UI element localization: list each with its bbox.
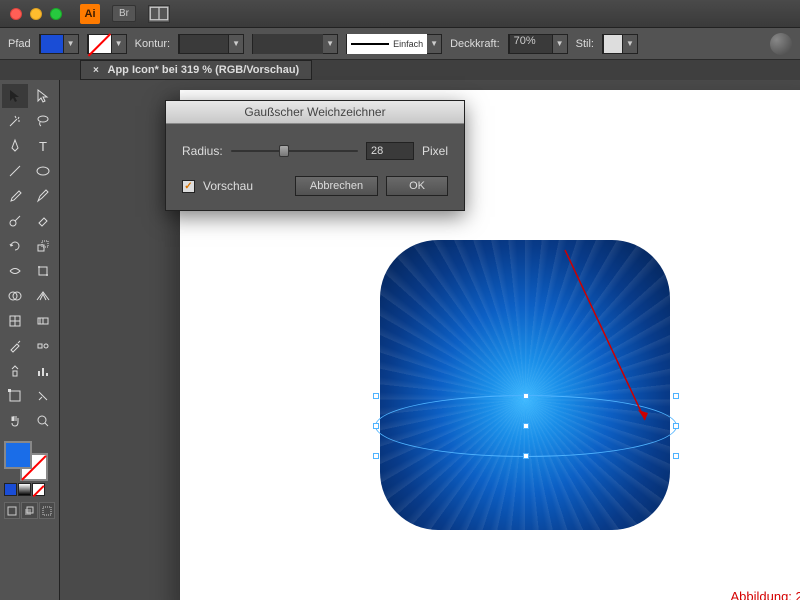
selection-handle[interactable] bbox=[673, 453, 679, 459]
paintbrush-tool[interactable] bbox=[2, 184, 28, 208]
maximize-window-button[interactable] bbox=[50, 8, 62, 20]
magic-wand-tool[interactable] bbox=[2, 109, 28, 133]
column-graph-tool[interactable] bbox=[30, 359, 56, 383]
gaussian-blur-dialog: Gaußscher Weichzeichner Radius: Pixel ✓ … bbox=[165, 100, 465, 211]
document-setup-icon[interactable] bbox=[770, 33, 792, 55]
slider-thumb[interactable] bbox=[279, 145, 289, 157]
gradient-mode-icon[interactable] bbox=[18, 483, 31, 496]
stroke-weight-dropdown[interactable]: ▼ bbox=[178, 34, 244, 54]
radius-slider[interactable] bbox=[231, 150, 358, 152]
draw-normal-icon[interactable] bbox=[4, 502, 20, 519]
selected-ellipse-path[interactable] bbox=[375, 395, 677, 457]
lasso-tool[interactable] bbox=[30, 109, 56, 133]
cancel-button[interactable]: Abbrechen bbox=[295, 176, 378, 196]
selection-handle[interactable] bbox=[673, 393, 679, 399]
minimize-window-button[interactable] bbox=[30, 8, 42, 20]
selection-handle[interactable] bbox=[523, 453, 529, 459]
document-tab-title: App Icon* bei 319 % (RGB/Vorschau) bbox=[108, 64, 300, 76]
zoom-tool[interactable] bbox=[30, 409, 56, 433]
app-menu-bar: Ai Br bbox=[0, 0, 800, 28]
preview-label: Vorschau bbox=[203, 179, 253, 193]
app-icon-artwork bbox=[380, 240, 670, 530]
free-transform-tool[interactable] bbox=[30, 259, 56, 283]
close-window-button[interactable] bbox=[10, 8, 22, 20]
selection-handle[interactable] bbox=[523, 393, 529, 399]
pen-tool[interactable] bbox=[2, 134, 28, 158]
blend-tool[interactable] bbox=[30, 334, 56, 358]
type-tool[interactable]: T bbox=[30, 134, 56, 158]
hand-tool[interactable] bbox=[2, 409, 28, 433]
document-tabs: × App Icon* bei 319 % (RGB/Vorschau) bbox=[0, 60, 800, 80]
bridge-button[interactable]: Br bbox=[112, 5, 136, 22]
arrange-documents-icon[interactable] bbox=[148, 5, 170, 23]
artboard-tool[interactable] bbox=[2, 384, 28, 408]
selection-tool[interactable] bbox=[2, 84, 28, 108]
width-tool[interactable] bbox=[2, 259, 28, 283]
eyedropper-tool[interactable] bbox=[2, 334, 28, 358]
fill-swatch[interactable] bbox=[4, 441, 32, 469]
shape-builder-tool[interactable] bbox=[2, 284, 28, 308]
selection-handle[interactable] bbox=[373, 453, 379, 459]
ok-button[interactable]: OK bbox=[386, 176, 448, 196]
draw-behind-icon[interactable] bbox=[21, 502, 37, 519]
perspective-grid-tool[interactable] bbox=[30, 284, 56, 308]
brush-definition-dropdown[interactable]: Einfach▼ bbox=[346, 34, 442, 54]
blob-brush-tool[interactable] bbox=[2, 209, 28, 233]
style-dropdown[interactable]: ▼ bbox=[602, 34, 638, 54]
pencil-tool[interactable] bbox=[30, 184, 56, 208]
stroke-color-dropdown[interactable]: ▼ bbox=[87, 34, 127, 54]
radius-input[interactable] bbox=[366, 142, 414, 160]
window-controls bbox=[10, 8, 62, 20]
ellipse-tool[interactable] bbox=[30, 159, 56, 183]
figure-caption: Abbildung: 29 bbox=[730, 589, 800, 600]
fill-color-dropdown[interactable]: ▼ bbox=[39, 34, 79, 54]
opacity-dropdown[interactable]: 70%▼ bbox=[508, 34, 568, 54]
selection-handle[interactable] bbox=[673, 423, 679, 429]
radius-unit: Pixel bbox=[422, 144, 448, 158]
direct-selection-tool[interactable] bbox=[30, 84, 56, 108]
deckkraft-label: Deckkraft: bbox=[450, 38, 500, 50]
draw-inside-icon[interactable] bbox=[39, 502, 55, 519]
kontur-label: Kontur: bbox=[135, 38, 170, 50]
toolbox: T bbox=[0, 80, 60, 600]
scale-tool[interactable] bbox=[30, 234, 56, 258]
close-tab-icon[interactable]: × bbox=[93, 65, 99, 76]
document-tab[interactable]: × App Icon* bei 319 % (RGB/Vorschau) bbox=[80, 60, 312, 80]
rotate-tool[interactable] bbox=[2, 234, 28, 258]
selection-type-label: Pfad bbox=[8, 38, 31, 50]
svg-text:T: T bbox=[39, 139, 47, 154]
selection-handle[interactable] bbox=[523, 423, 529, 429]
selection-handle[interactable] bbox=[373, 423, 379, 429]
gradient-tool[interactable] bbox=[30, 309, 56, 333]
symbol-sprayer-tool[interactable] bbox=[2, 359, 28, 383]
fill-stroke-indicator[interactable] bbox=[4, 441, 48, 481]
illustrator-logo: Ai bbox=[80, 4, 100, 24]
color-mode-icon[interactable] bbox=[4, 483, 17, 496]
mesh-tool[interactable] bbox=[2, 309, 28, 333]
preview-checkbox[interactable]: ✓ bbox=[182, 180, 195, 193]
slice-tool[interactable] bbox=[30, 384, 56, 408]
dialog-title: Gaußscher Weichzeichner bbox=[166, 101, 464, 124]
radius-label: Radius: bbox=[182, 144, 223, 158]
line-tool[interactable] bbox=[2, 159, 28, 183]
eraser-tool[interactable] bbox=[30, 209, 56, 233]
none-mode-icon[interactable] bbox=[32, 483, 45, 496]
stroke-width-profile[interactable]: ▼ bbox=[252, 34, 338, 54]
stil-label: Stil: bbox=[576, 38, 594, 50]
selection-handle[interactable] bbox=[373, 393, 379, 399]
control-panel: Pfad ▼ ▼ Kontur: ▼ ▼ Einfach▼ Deckkraft:… bbox=[0, 28, 800, 60]
